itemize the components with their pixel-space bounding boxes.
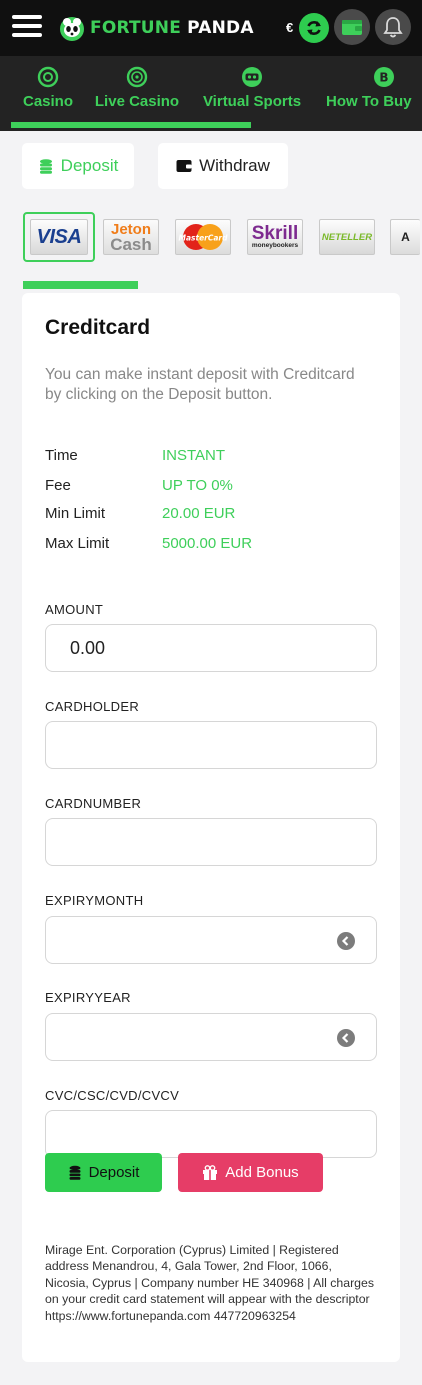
menu-icon[interactable]: [12, 15, 42, 37]
active-nav-indicator: [11, 122, 251, 128]
deposit-button-label: Deposit: [88, 1164, 140, 1181]
skrill-logo: Skrill moneybookers: [247, 219, 303, 255]
expiryyear-label: EXPIRYYEAR: [45, 990, 131, 1005]
nav-item-virtual-sports[interactable]: Virtual Sports: [200, 56, 304, 131]
tab-withdraw[interactable]: Withdraw: [158, 143, 288, 189]
info-min-limit-value: 20.00 EUR: [162, 505, 236, 522]
payment-method-jeton-cash[interactable]: Jeton Cash: [102, 212, 160, 262]
logo-text: FORTUNE PANDA: [90, 18, 254, 38]
wallet-icon: [342, 20, 362, 35]
chevron-left-icon: [337, 1029, 355, 1047]
notifications-button[interactable]: [375, 9, 411, 45]
nav-label: Casino: [22, 93, 73, 110]
mastercard-circles-icon: MasterCard: [179, 224, 229, 250]
nav-label: Virtual Sports: [202, 93, 302, 110]
top-header: FORTUNE PANDA €: [0, 0, 422, 56]
bitcoin-icon: B: [374, 67, 394, 87]
deposit-button[interactable]: Deposit: [45, 1153, 162, 1192]
chip-icon: [37, 66, 59, 88]
jeton-cash-logo: Jeton Cash: [103, 219, 159, 255]
svg-text:MasterCard: MasterCard: [179, 234, 229, 243]
visa-logo: VISA: [30, 219, 88, 255]
cardholder-label: CARDHOLDER: [45, 699, 140, 714]
coins-icon: [69, 1165, 81, 1180]
amount-input[interactable]: [45, 624, 377, 672]
cvc-input[interactable]: [45, 1110, 377, 1158]
panda-icon: [58, 14, 86, 42]
roulette-icon: [126, 66, 148, 88]
info-max-limit-label: Max Limit: [45, 535, 110, 552]
info-fee-label: Fee: [45, 477, 71, 494]
bell-icon: [383, 17, 403, 38]
logo[interactable]: FORTUNE PANDA: [58, 13, 254, 43]
expiryyear-select[interactable]: [45, 1013, 377, 1061]
deposit-card: Creditcard You can make instant deposit …: [22, 293, 400, 1362]
currency-symbol: €: [286, 20, 294, 35]
cardholder-input[interactable]: [45, 721, 377, 769]
add-bonus-button[interactable]: Add Bonus: [178, 1153, 323, 1192]
payment-method-neteller[interactable]: NETELLER: [318, 212, 376, 262]
add-bonus-button-label: Add Bonus: [225, 1164, 299, 1181]
nav-label: How To Buy: [326, 93, 412, 110]
svg-text:B: B: [379, 71, 388, 85]
info-fee-value: UP TO 0%: [162, 477, 233, 494]
tab-deposit[interactable]: Deposit: [22, 143, 134, 189]
info-time-value: INSTANT: [162, 447, 226, 464]
info-max-limit-value: 5000.00 EUR: [162, 535, 253, 552]
cvc-label: CVC/CSC/CVD/CVCV: [45, 1088, 180, 1103]
mastercard-logo: MasterCard: [175, 219, 231, 255]
selected-method-indicator: [23, 281, 138, 289]
nav-label: Live Casino: [94, 93, 180, 110]
card-title: Creditcard: [45, 316, 151, 339]
chevron-left-icon: [337, 932, 355, 950]
nav-item-how-to-buy[interactable]: B How To Buy: [324, 56, 420, 131]
neteller-logo: NETELLER: [319, 219, 375, 255]
coins-icon: [39, 159, 52, 174]
tab-deposit-label: Deposit: [60, 156, 119, 175]
amount-label: AMOUNT: [45, 602, 104, 617]
wallet-button[interactable]: [334, 9, 370, 45]
partial-logo: A: [390, 219, 420, 255]
payment-method-partial[interactable]: A: [390, 212, 422, 262]
cardnumber-input[interactable]: [45, 818, 377, 866]
card-description: You can make instant deposit with Credit…: [45, 366, 355, 403]
info-min-limit-label: Min Limit: [45, 505, 106, 522]
refresh-balance-button[interactable]: [299, 13, 329, 43]
refresh-icon: [307, 21, 321, 35]
cardnumber-label: CARDNUMBER: [45, 796, 142, 811]
payment-method-mastercard[interactable]: MasterCard: [174, 212, 232, 262]
info-time-label: Time: [45, 447, 78, 464]
nav-item-casino[interactable]: Casino: [22, 56, 74, 131]
legal-text: Mirage Ent. Corporation (Cyprus) Limited…: [45, 1243, 374, 1323]
vr-headset-icon: [242, 67, 262, 87]
nav-item-live-casino[interactable]: Live Casino: [94, 56, 180, 131]
payment-method-skrill[interactable]: Skrill moneybookers: [246, 212, 304, 262]
gift-icon: [203, 1165, 218, 1180]
tab-withdraw-label: Withdraw: [199, 156, 270, 175]
payment-method-visa[interactable]: VISA: [23, 212, 95, 262]
category-nav: Casino Live Casino Virtual Sports B How …: [0, 56, 422, 131]
expirymonth-select[interactable]: [45, 916, 377, 964]
wallet-icon: [176, 160, 192, 172]
expirymonth-label: EXPIRYMONTH: [45, 893, 144, 908]
